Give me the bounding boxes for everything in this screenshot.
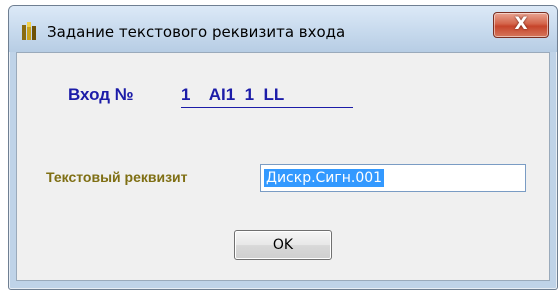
title-bar[interactable]: Задание текстового реквизита входа X [9, 6, 557, 52]
text-attribute-label: Текстовый реквизит [46, 169, 188, 185]
ok-button[interactable]: OK [234, 230, 332, 260]
close-button[interactable]: X [493, 12, 549, 38]
input-number-label: Вход № [68, 85, 134, 104]
input-number-value: 1 AI1 1 LL [181, 85, 353, 108]
close-icon: X [514, 14, 528, 34]
window-title: Задание текстового реквизита входа [47, 23, 346, 41]
app-icon [22, 22, 36, 40]
text-attribute-field[interactable]: Дискр.Сигн.001 [260, 164, 526, 192]
dialog-body: Вход № 1 AI1 1 LL Текстовый реквизит Дис… [16, 52, 550, 281]
text-attribute-value: Дискр.Сигн.001 [264, 169, 385, 187]
dialog-window: Задание текстового реквизита входа X Вхо… [8, 5, 558, 290]
